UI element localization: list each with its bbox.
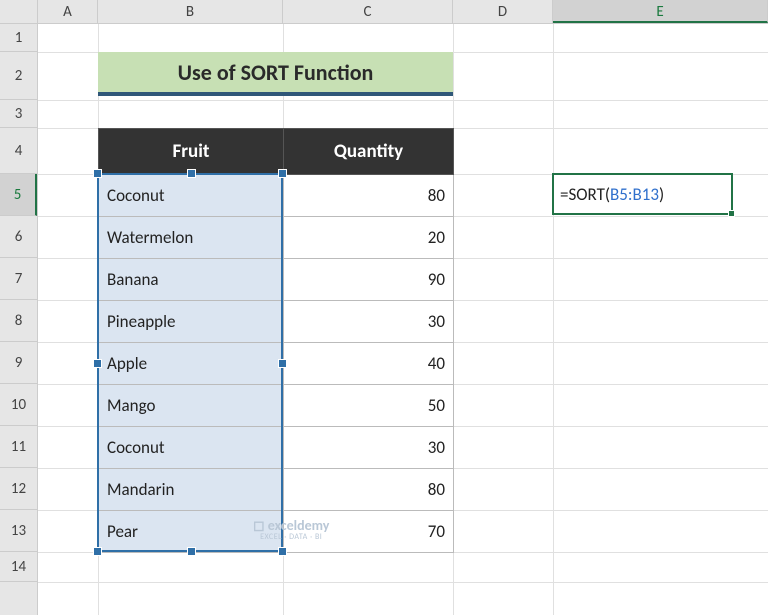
row-head-9[interactable]: 9 xyxy=(0,342,37,384)
cell-qty[interactable]: 80 xyxy=(284,469,454,511)
col-head-e[interactable]: E xyxy=(553,0,768,23)
cell-fruit[interactable]: Coconut xyxy=(99,175,284,217)
cell-fruit[interactable]: Watermelon xyxy=(99,217,284,259)
row-head-1[interactable]: 1 xyxy=(0,24,37,52)
cell-fruit[interactable]: Coconut xyxy=(99,427,284,469)
row-head-5[interactable]: 5 xyxy=(0,174,37,216)
cell-qty[interactable]: 20 xyxy=(284,217,454,259)
row-head-3[interactable]: 3 xyxy=(0,100,37,128)
cell-qty[interactable]: 50 xyxy=(284,385,454,427)
row-head-2[interactable]: 2 xyxy=(0,52,37,100)
row-head-14[interactable]: 14 xyxy=(0,552,37,582)
row-head-7[interactable]: 7 xyxy=(0,258,37,300)
selection-handle[interactable] xyxy=(278,359,287,368)
table-row: Coconut30 xyxy=(99,427,454,469)
formula-range: B5:B13 xyxy=(610,184,659,205)
data-table: Fruit Quantity Coconut80Watermelon20Bana… xyxy=(98,128,454,553)
formula-close: ) xyxy=(659,184,664,205)
active-cell-e5[interactable]: =SORT(B5:B13) xyxy=(552,173,733,215)
row-head-4[interactable]: 4 xyxy=(0,128,37,174)
table-row: Mango50 xyxy=(99,385,454,427)
table-row: Watermelon20 xyxy=(99,217,454,259)
selection-handle[interactable] xyxy=(278,169,287,178)
cell-fruit[interactable]: Pineapple xyxy=(99,301,284,343)
table-row: Pear70 xyxy=(99,511,454,553)
col-head-b[interactable]: B xyxy=(98,0,283,23)
table-row: Mandarin80 xyxy=(99,469,454,511)
grid-area[interactable]: Use of SORT Function Fruit Quantity Coco… xyxy=(38,24,768,615)
spreadsheet: ABCDE 1234567891011121314 Use of SORT Fu… xyxy=(0,0,768,615)
select-all-corner[interactable] xyxy=(0,0,38,23)
cell-fruit[interactable]: Mandarin xyxy=(99,469,284,511)
cell-qty[interactable]: 30 xyxy=(284,427,454,469)
cell-qty[interactable]: 40 xyxy=(284,343,454,385)
formula-eq: = xyxy=(560,184,568,205)
row-head-12[interactable]: 12 xyxy=(0,468,37,510)
table-row: Apple40 xyxy=(99,343,454,385)
table-header-row: Fruit Quantity xyxy=(99,129,454,175)
header-quantity[interactable]: Quantity xyxy=(284,129,454,175)
title-banner: Use of SORT Function xyxy=(98,52,453,96)
col-head-a[interactable]: A xyxy=(38,0,98,23)
row-head-13[interactable]: 13 xyxy=(0,510,37,552)
title-text: Use of SORT Function xyxy=(178,59,374,86)
cell-qty[interactable]: 90 xyxy=(284,259,454,301)
row-headings: 1234567891011121314 xyxy=(0,24,38,615)
col-head-d[interactable]: D xyxy=(453,0,553,23)
selection-handle[interactable] xyxy=(278,547,287,556)
cell-qty[interactable]: 30 xyxy=(284,301,454,343)
table-row: Coconut80 xyxy=(99,175,454,217)
table-row: Banana90 xyxy=(99,259,454,301)
selection-handle[interactable] xyxy=(93,169,102,178)
selection-handle[interactable] xyxy=(93,359,102,368)
row-head-8[interactable]: 8 xyxy=(0,300,37,342)
cell-fruit[interactable]: Mango xyxy=(99,385,284,427)
selection-handle[interactable] xyxy=(187,169,196,178)
cell-qty[interactable]: 70 xyxy=(284,511,454,553)
cell-fruit[interactable]: Apple xyxy=(99,343,284,385)
row-head-6[interactable]: 6 xyxy=(0,216,37,258)
table-row: Pineapple30 xyxy=(99,301,454,343)
cell-fruit[interactable]: Banana xyxy=(99,259,284,301)
row-head-11[interactable]: 11 xyxy=(0,426,37,468)
formula-fn: SORT( xyxy=(568,184,610,205)
selection-handle[interactable] xyxy=(187,547,196,556)
column-headings: ABCDE xyxy=(0,0,768,24)
selection-handle[interactable] xyxy=(93,547,102,556)
header-fruit[interactable]: Fruit xyxy=(99,129,284,175)
col-head-c[interactable]: C xyxy=(283,0,453,23)
row-head-10[interactable]: 10 xyxy=(0,384,37,426)
cell-qty[interactable]: 80 xyxy=(284,175,454,217)
fill-handle[interactable] xyxy=(728,210,735,217)
